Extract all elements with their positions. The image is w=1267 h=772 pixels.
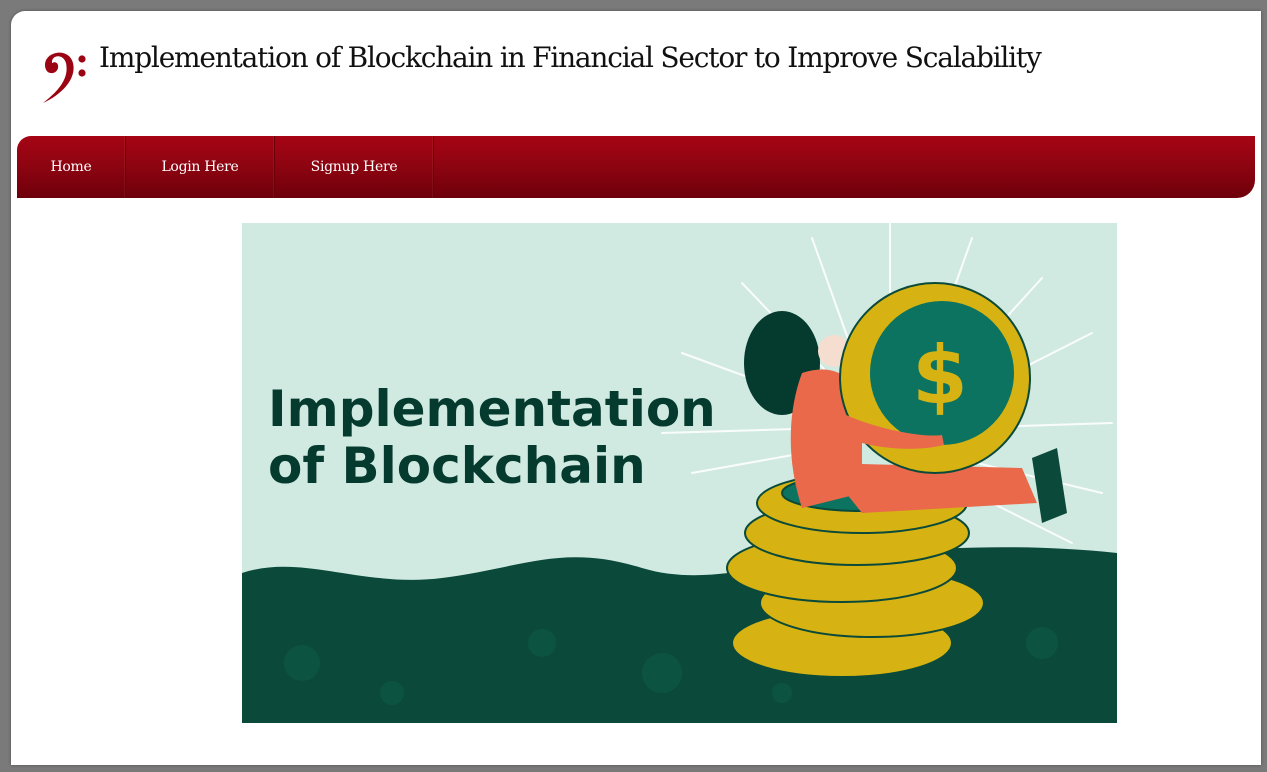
site-header: Implementation of Blockchain in Financia… [11, 11, 1261, 131]
banner-heading: Implementation of Blockchain [268, 381, 716, 495]
banner-heading-line1: Implementation [268, 380, 716, 438]
nav-home-link[interactable]: Home [17, 136, 126, 198]
nav-login-link[interactable]: Login Here [126, 136, 275, 198]
main-nav: Home Login Here Signup Here [17, 136, 1255, 198]
hero-banner-image: $ Implementation of Blockchain [242, 223, 1117, 723]
bass-clef-icon [43, 52, 86, 103]
svg-text:$: $ [912, 329, 968, 422]
page: Implementation of Blockchain in Financia… [11, 11, 1261, 765]
banner-heading-line2: of Blockchain [268, 437, 646, 495]
site-title: Implementation of Blockchain in Financia… [99, 41, 1042, 74]
nav-signup-link[interactable]: Signup Here [275, 136, 434, 198]
